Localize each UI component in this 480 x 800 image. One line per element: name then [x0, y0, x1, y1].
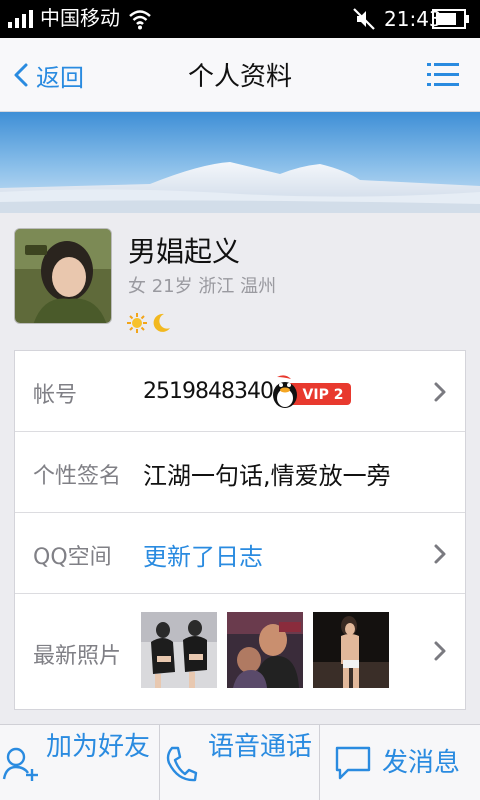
send-message-button[interactable]: 发消息 [320, 725, 480, 800]
qq-level [126, 312, 172, 336]
signature-row: 个性签名 江湖一句话,情爱放一旁 [15, 432, 465, 513]
profile-meta: 女 21岁 浙江 温州 [128, 276, 277, 297]
add-user-icon [2, 747, 38, 781]
mute-icon [353, 8, 375, 30]
chevron-right-icon [434, 382, 446, 402]
photo-thumbnail[interactable] [227, 612, 303, 688]
add-friend-button[interactable]: 加为好友 [0, 725, 160, 800]
phone-icon [166, 746, 198, 782]
nav-bar: 返回 个人资料 [0, 38, 480, 112]
info-card: 帐号 2519848340 VIP 2 个性签名 江湖一句话,情爱放一旁 QQ空… [14, 350, 466, 710]
add-friend-label: 加为好友 [46, 732, 151, 762]
chevron-right-icon [434, 544, 446, 564]
photos-label: 最新照片 [33, 644, 122, 669]
qzone-label: QQ空间 [33, 545, 112, 570]
photo-thumbnail[interactable] [141, 612, 217, 688]
qzone-value: 更新了日志 [143, 543, 263, 571]
nickname: 男娼起义 [128, 235, 241, 268]
menu-icon[interactable] [426, 60, 460, 90]
photos-row[interactable]: 最新照片 [15, 594, 465, 709]
carrier-name: 中国移动 [40, 6, 120, 30]
send-message-label: 发消息 [382, 748, 461, 778]
wifi-icon [129, 10, 151, 30]
account-value: 2519848340 [143, 379, 274, 404]
voice-call-label: 语音通话 [208, 732, 313, 762]
signature-label: 个性签名 [33, 464, 122, 489]
qzone-row[interactable]: QQ空间 更新了日志 [15, 513, 465, 594]
moon-icon [153, 313, 170, 332]
avatar[interactable] [14, 228, 112, 324]
status-bar: 中国移动 21:43 [0, 0, 480, 38]
chevron-right-icon [434, 641, 446, 661]
page-title: 个人资料 [187, 62, 292, 92]
battery-icon [432, 9, 469, 29]
vip-label: VIP 2 [303, 387, 344, 403]
account-row[interactable]: 帐号 2519848340 VIP 2 [15, 351, 465, 432]
voice-call-button[interactable]: 语音通话 [160, 725, 320, 800]
sun-icon [127, 313, 147, 333]
photo-thumbnail[interactable] [313, 612, 389, 688]
chat-bubble-icon [335, 746, 371, 780]
account-label: 帐号 [33, 383, 78, 408]
signature-value: 江湖一句话,情爱放一旁 [143, 462, 391, 490]
signal-icon [8, 10, 33, 28]
photo-strip [141, 612, 389, 688]
vip-badge: VIP 2 [273, 375, 351, 408]
action-bar: 加为好友 语音通话 发消息 [0, 724, 480, 800]
cover-image [0, 112, 480, 213]
